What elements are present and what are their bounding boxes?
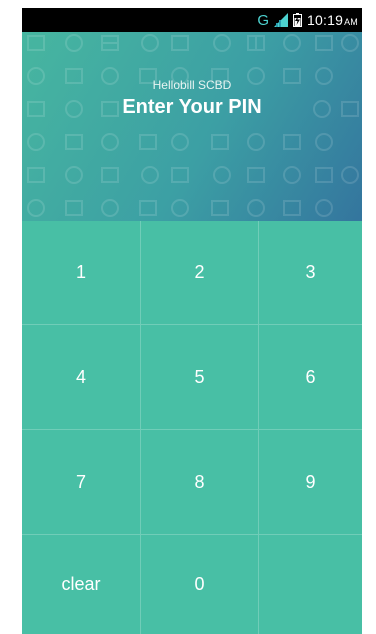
battery-icon (293, 13, 303, 27)
key-3[interactable]: 3 (259, 221, 362, 325)
key-5[interactable]: 5 (141, 325, 259, 430)
key-label: 5 (194, 366, 205, 387)
key-2[interactable]: 2 (141, 221, 259, 325)
key-8[interactable]: 8 (141, 430, 259, 535)
clock-time: 10:19 (307, 12, 344, 28)
signal-icon (274, 13, 289, 27)
clock: 10:19AM (307, 12, 358, 28)
key-label: 0 (194, 574, 205, 594)
status-indicators: G 10:19AM (257, 8, 358, 32)
key-label: 2 (194, 262, 205, 282)
pin-keypad: 1 2 3 4 5 6 7 8 9 clear 0 (22, 221, 362, 634)
key-label: 3 (305, 262, 316, 282)
key-6[interactable]: 6 (259, 325, 362, 430)
phone-screen: G 10:19AM Hellobill SCBD Enter Your PIN … (22, 8, 362, 634)
key-label: 1 (75, 262, 86, 282)
key-0[interactable]: 0 (141, 535, 259, 634)
clear-button[interactable]: clear (22, 535, 141, 634)
key-label: 4 (75, 366, 86, 387)
network-type: G (257, 11, 270, 29)
page-title: Enter Your PIN (122, 96, 262, 118)
key-label: 6 (305, 366, 316, 387)
key-label: 9 (305, 471, 316, 492)
key-1[interactable]: 1 (22, 221, 141, 325)
key-empty (259, 535, 362, 634)
clock-ampm: AM (344, 17, 358, 27)
key-label: 7 (75, 471, 86, 492)
key-9[interactable]: 9 (259, 430, 362, 535)
app-name: Hellobill SCBD (152, 78, 232, 92)
background-pattern (27, 34, 359, 217)
key-4[interactable]: 4 (22, 325, 141, 430)
key-7[interactable]: 7 (22, 430, 141, 535)
key-label: clear (61, 574, 101, 594)
status-bar: G 10:19AM (22, 8, 362, 32)
pin-header: Hellobill SCBD Enter Your PIN (22, 32, 362, 221)
key-label: 8 (194, 471, 205, 492)
